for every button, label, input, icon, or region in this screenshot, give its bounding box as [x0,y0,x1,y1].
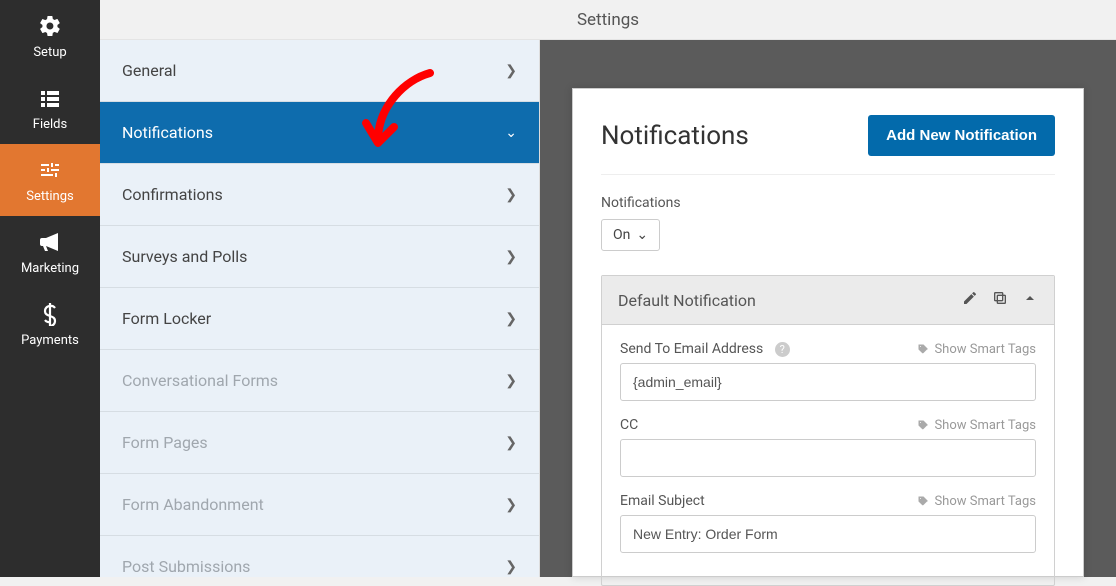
sidebar: Setup Fields Settings Marketing Payments [0,0,100,577]
settings-row-general[interactable]: General ❯ [100,40,539,102]
sidebar-item-label: Payments [21,333,79,348]
settings-row-label: Conversational Forms [122,371,278,390]
show-smart-tags-link[interactable]: Show Smart Tags [917,494,1036,509]
settings-row-label: Form Locker [122,309,211,328]
settings-row-post-submissions[interactable]: Post Submissions ❯ [100,536,539,577]
settings-row-label: Post Submissions [122,557,250,576]
sidebar-item-label: Marketing [21,261,79,276]
settings-row-confirmations[interactable]: Confirmations ❯ [100,164,539,226]
sidebar-item-label: Settings [26,189,73,204]
settings-row-label: Confirmations [122,185,223,204]
subject-input[interactable] [620,515,1036,553]
card-title: Default Notification [618,291,756,310]
notifications-panel: Notifications Add New Notification Notif… [572,88,1084,577]
subject-label: Email Subject [620,493,705,509]
chevron-right-icon: ❯ [505,187,517,203]
edit-icon[interactable] [962,290,978,310]
settings-row-label: Form Abandonment [122,495,264,514]
content-area: Notifications Add New Notification Notif… [540,40,1116,577]
settings-row-conversational[interactable]: Conversational Forms ❯ [100,350,539,412]
settings-row-abandonment[interactable]: Form Abandonment ❯ [100,474,539,536]
settings-row-form-locker[interactable]: Form Locker ❯ [100,288,539,350]
chevron-right-icon: ❯ [505,249,517,265]
gear-icon [37,13,63,39]
sidebar-item-label: Fields [33,117,67,132]
bullhorn-icon [37,229,63,255]
settings-row-form-pages[interactable]: Form Pages ❯ [100,412,539,474]
settings-row-notifications[interactable]: Notifications ⌄ [100,102,539,164]
send-to-label: Send To Email Address ? [620,341,790,357]
collapse-icon[interactable] [1022,290,1038,310]
settings-row-label: Notifications [122,123,213,142]
notification-card: Default Notification [601,275,1055,586]
sidebar-item-marketing[interactable]: Marketing [0,216,100,288]
settings-row-label: General [122,61,176,80]
chevron-right-icon: ❯ [505,435,517,451]
help-icon[interactable]: ? [775,342,790,357]
chevron-right-icon: ❯ [505,311,517,327]
settings-row-label: Surveys and Polls [122,247,247,266]
select-value: On [613,227,630,243]
sidebar-item-label: Setup [33,45,66,60]
chevron-down-icon: ⌄ [636,227,648,243]
topbar: Settings [100,0,1116,40]
page-title: Settings [577,10,639,30]
sliders-icon [37,157,63,183]
send-to-input[interactable] [620,363,1036,401]
chevron-right-icon: ❯ [505,497,517,513]
settings-row-label: Form Pages [122,433,208,452]
show-smart-tags-link[interactable]: Show Smart Tags [917,342,1036,357]
sidebar-item-settings[interactable]: Settings [0,144,100,216]
add-notification-button[interactable]: Add New Notification [868,115,1055,156]
sidebar-item-setup[interactable]: Setup [0,0,100,72]
notifications-section-label: Notifications [601,195,1055,211]
sidebar-item-fields[interactable]: Fields [0,72,100,144]
dollar-icon [37,301,63,327]
duplicate-icon[interactable] [992,290,1008,310]
show-smart-tags-link[interactable]: Show Smart Tags [917,418,1036,433]
sidebar-item-payments[interactable]: Payments [0,288,100,360]
settings-row-surveys[interactable]: Surveys and Polls ❯ [100,226,539,288]
settings-list: General ❯ Notifications ⌄ Confirmations … [100,40,540,577]
chevron-right-icon: ❯ [505,373,517,389]
list-icon [37,85,63,111]
chevron-down-icon: ⌄ [505,125,517,141]
panel-title: Notifications [601,121,749,151]
chevron-right-icon: ❯ [505,559,517,575]
chevron-right-icon: ❯ [505,63,517,79]
notifications-toggle-select[interactable]: On ⌄ [601,219,660,251]
cc-input[interactable] [620,439,1036,477]
cc-label: CC [620,417,638,433]
